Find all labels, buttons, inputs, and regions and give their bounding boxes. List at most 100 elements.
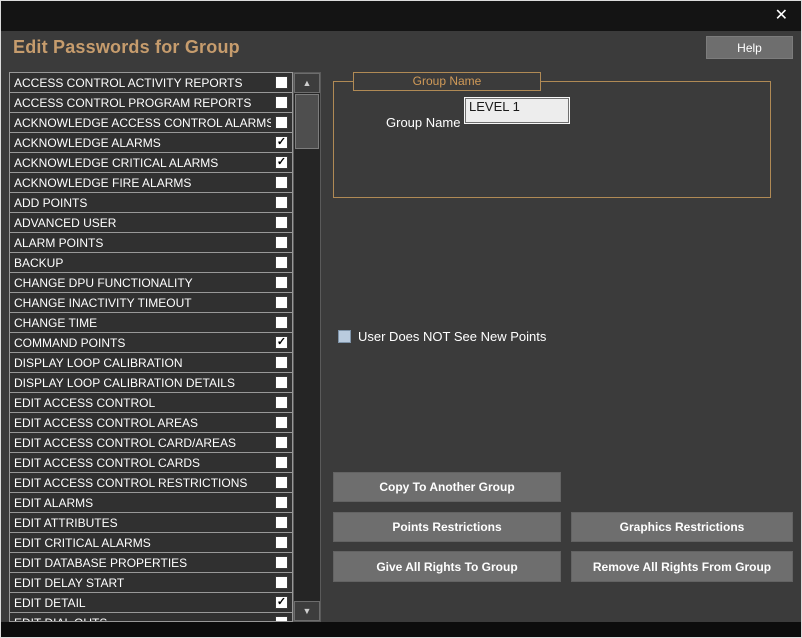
permission-label: EDIT ALARMS <box>14 495 94 510</box>
permission-checkbox[interactable] <box>275 416 288 429</box>
scrollbar-thumb[interactable] <box>295 94 319 149</box>
list-item[interactable]: DISPLAY LOOP CALIBRATION <box>10 353 292 373</box>
permission-checkbox[interactable] <box>275 256 288 269</box>
permission-label: ACKNOWLEDGE FIRE ALARMS <box>14 175 192 190</box>
list-item[interactable]: EDIT CRITICAL ALARMS <box>10 533 292 553</box>
permission-label: ALARM POINTS <box>14 235 104 250</box>
permission-checkbox[interactable] <box>275 456 288 469</box>
permission-checkbox[interactable] <box>275 576 288 589</box>
permission-label: ACKNOWLEDGE ACCESS CONTROL ALARMS <box>14 115 271 130</box>
permission-label: ADVANCED USER <box>14 215 117 230</box>
permission-checkbox[interactable] <box>275 176 288 189</box>
permission-label: DISPLAY LOOP CALIBRATION <box>14 355 183 370</box>
list-item[interactable]: ACCESS CONTROL PROGRAM REPORTS <box>10 93 292 113</box>
permission-label: DISPLAY LOOP CALIBRATION DETAILS <box>14 375 235 390</box>
list-item[interactable]: ACKNOWLEDGE ALARMS ✓ <box>10 133 292 153</box>
permission-checkbox[interactable] <box>275 356 288 369</box>
permission-checkbox[interactable] <box>275 216 288 229</box>
permission-label: EDIT ACCESS CONTROL CARD/AREAS <box>14 435 237 450</box>
list-item[interactable]: ACKNOWLEDGE FIRE ALARMS <box>10 173 292 193</box>
permission-label: CHANGE INACTIVITY TIMEOUT <box>14 295 192 310</box>
list-item[interactable]: CHANGE DPU FUNCTIONALITY <box>10 273 292 293</box>
permission-label: EDIT DELAY START <box>14 575 125 590</box>
permission-label: ACKNOWLEDGE CRITICAL ALARMS <box>14 155 219 170</box>
group-name-box-title: Group Name <box>353 72 541 91</box>
list-item[interactable]: ACCESS CONTROL ACTIVITY REPORTS <box>10 73 292 93</box>
list-item[interactable]: EDIT ALARMS <box>10 493 292 513</box>
title-bar: ✕ <box>1 1 801 31</box>
permission-checkbox[interactable] <box>275 196 288 209</box>
permission-checkbox[interactable] <box>275 76 288 89</box>
list-item[interactable]: EDIT ACCESS CONTROL CARD/AREAS <box>10 433 292 453</box>
permission-checkbox[interactable] <box>275 236 288 249</box>
list-item[interactable]: EDIT DELAY START <box>10 573 292 593</box>
bottom-edge <box>1 622 801 637</box>
permission-checkbox[interactable] <box>275 476 288 489</box>
list-item[interactable]: ADVANCED USER <box>10 213 292 233</box>
permission-label: EDIT DETAIL <box>14 595 86 610</box>
permission-checkbox[interactable]: ✓ <box>275 136 288 149</box>
list-item[interactable]: EDIT ATTRIBUTES <box>10 513 292 533</box>
permission-checkbox[interactable]: ✓ <box>275 156 288 169</box>
new-points-option[interactable]: User Does NOT See New Points <box>338 329 546 344</box>
permission-label: EDIT ACCESS CONTROL <box>14 395 156 410</box>
edit-passwords-dialog: ✕ Edit Passwords for Group Help ACCESS C… <box>0 0 802 638</box>
permission-checkbox[interactable]: ✓ <box>275 336 288 349</box>
list-item[interactable]: ACKNOWLEDGE ACCESS CONTROL ALARMS <box>10 113 292 133</box>
help-button[interactable]: Help <box>706 36 793 59</box>
permission-checkbox[interactable] <box>275 116 288 129</box>
list-item[interactable]: CHANGE TIME <box>10 313 292 333</box>
group-name-label: Group Name <box>386 115 461 130</box>
permission-checkbox[interactable] <box>275 516 288 529</box>
points-restrictions-button[interactable]: Points Restrictions <box>333 512 561 542</box>
permission-checkbox[interactable] <box>275 296 288 309</box>
list-item[interactable]: ADD POINTS <box>10 193 292 213</box>
permission-label: BACKUP <box>14 255 64 270</box>
list-item[interactable]: EDIT DIAL OUTS <box>10 613 292 621</box>
permission-label: ACCESS CONTROL ACTIVITY REPORTS <box>14 75 243 90</box>
list-item[interactable]: EDIT ACCESS CONTROL CARDS <box>10 453 292 473</box>
permission-checkbox[interactable] <box>275 96 288 109</box>
up-arrow-icon: ▲ <box>302 77 312 88</box>
group-name-box: Group Name <box>333 81 771 198</box>
permission-checkbox[interactable] <box>275 316 288 329</box>
list-item[interactable]: EDIT DETAIL ✓ <box>10 593 292 613</box>
list-item[interactable]: DISPLAY LOOP CALIBRATION DETAILS <box>10 373 292 393</box>
list-item[interactable]: EDIT ACCESS CONTROL AREAS <box>10 413 292 433</box>
group-name-input[interactable] <box>464 97 570 124</box>
permission-label: EDIT ACCESS CONTROL CARDS <box>14 455 201 470</box>
permission-label: EDIT ACCESS CONTROL RESTRICTIONS <box>14 475 248 490</box>
remove-all-rights-button[interactable]: Remove All Rights From Group <box>571 551 793 582</box>
permission-checkbox[interactable] <box>275 536 288 549</box>
permission-checkbox[interactable] <box>275 496 288 509</box>
list-item[interactable]: EDIT ACCESS CONTROL RESTRICTIONS <box>10 473 292 493</box>
permission-label: ADD POINTS <box>14 195 88 210</box>
list-item[interactable]: ALARM POINTS <box>10 233 292 253</box>
list-item[interactable]: ACKNOWLEDGE CRITICAL ALARMS ✓ <box>10 153 292 173</box>
list-item[interactable]: COMMAND POINTS ✓ <box>10 333 292 353</box>
close-icon[interactable]: ✕ <box>775 6 788 26</box>
scroll-up-button[interactable]: ▲ <box>294 73 320 93</box>
permission-label: CHANGE TIME <box>14 315 98 330</box>
permission-label: CHANGE DPU FUNCTIONALITY <box>14 275 193 290</box>
copy-to-another-group-button[interactable]: Copy To Another Group <box>333 472 561 502</box>
list-item[interactable]: EDIT DATABASE PROPERTIES <box>10 553 292 573</box>
permission-checkbox[interactable] <box>275 396 288 409</box>
permission-checkbox[interactable] <box>275 276 288 289</box>
page-title: Edit Passwords for Group <box>13 37 240 57</box>
graphics-restrictions-button[interactable]: Graphics Restrictions <box>571 512 793 542</box>
permission-checkbox[interactable]: ✓ <box>275 596 288 609</box>
list-item[interactable]: CHANGE INACTIVITY TIMEOUT <box>10 293 292 313</box>
permission-label: EDIT DATABASE PROPERTIES <box>14 555 188 570</box>
new-points-checkbox[interactable] <box>338 330 351 343</box>
permission-checkbox[interactable] <box>275 556 288 569</box>
scroll-down-button[interactable]: ▼ <box>294 601 320 621</box>
permission-checkbox[interactable] <box>275 436 288 449</box>
permissions-list[interactable]: ACCESS CONTROL ACTIVITY REPORTS ACCESS CO… <box>9 72 293 622</box>
permissions-scrollbar[interactable]: ▲ ▼ <box>293 72 321 622</box>
permission-checkbox[interactable] <box>275 376 288 389</box>
down-arrow-icon: ▼ <box>302 605 312 616</box>
list-item[interactable]: BACKUP <box>10 253 292 273</box>
give-all-rights-button[interactable]: Give All Rights To Group <box>333 551 561 582</box>
list-item[interactable]: EDIT ACCESS CONTROL <box>10 393 292 413</box>
